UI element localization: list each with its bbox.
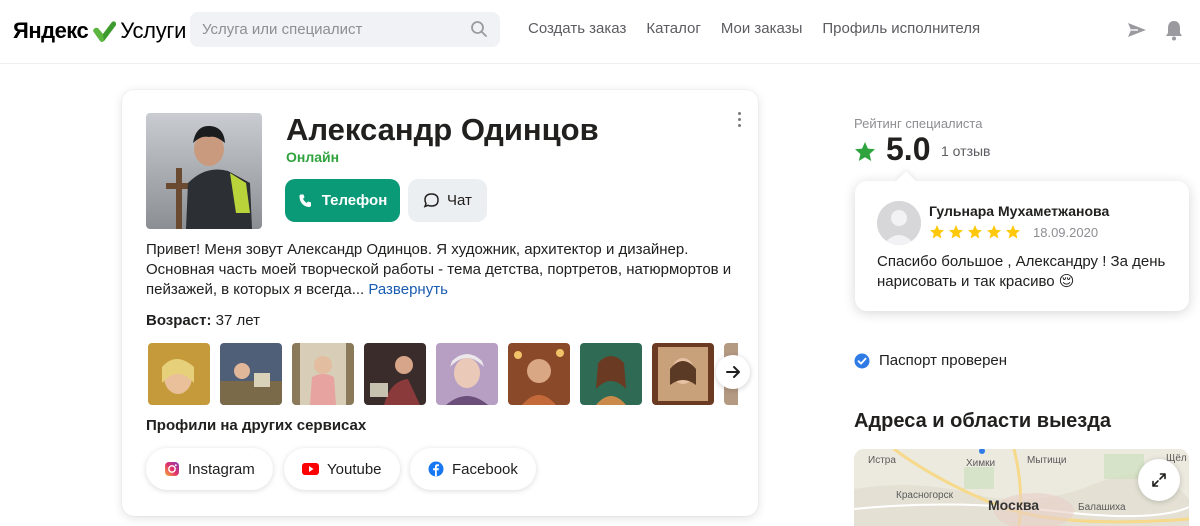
addresses-title: Адреса и области выезда (854, 410, 1112, 432)
reviewer-avatar (877, 201, 921, 245)
map-label: Мытищи (1027, 455, 1067, 466)
arrow-right-icon (726, 366, 740, 378)
instagram-label: Instagram (188, 460, 255, 478)
logo-services-text: Услуги (120, 18, 187, 43)
chat-button-label: Чат (447, 192, 472, 209)
facebook-link[interactable]: Facebook (410, 448, 536, 490)
passport-verified-text: Паспорт проверен (879, 352, 1008, 369)
portfolio-thumb[interactable] (652, 343, 714, 405)
search-input[interactable] (190, 12, 500, 47)
header: Яндекс Услуги Создать заказ Каталог Мои … (0, 0, 1200, 64)
send-icon[interactable] (1125, 18, 1149, 42)
map-label: Истра (868, 455, 896, 466)
youtube-label: Youtube (327, 460, 382, 478)
star-icon (968, 225, 982, 239)
portfolio-thumb[interactable] (508, 343, 570, 405)
star-icon (930, 225, 944, 239)
map-fullscreen-button[interactable] (1138, 459, 1180, 501)
about-text: Привет! Меня зовут Александр Одинцов. Я … (146, 240, 736, 300)
passport-verified: Паспорт проверен (854, 352, 1007, 369)
map-label: Химки (966, 458, 996, 469)
rating-value: 5.0 (886, 131, 931, 167)
map-label: Красногорск (896, 490, 953, 501)
star-icon (987, 225, 1001, 239)
profile-card: Александр Одинцов Онлайн Телефон Чат При… (122, 90, 758, 516)
reviews-count[interactable]: 1 отзыв (941, 143, 991, 159)
map-label: Балашиха (1078, 502, 1126, 513)
portfolio-thumb[interactable] (364, 343, 426, 405)
review-date: 18.09.2020 (1033, 225, 1099, 240)
more-options-icon[interactable] (733, 112, 745, 132)
avatar (146, 113, 262, 229)
youtube-icon (302, 463, 319, 475)
verified-check-icon (854, 353, 870, 368)
age-row: Возраст: 37 лет (146, 312, 260, 329)
search-icon[interactable] (469, 19, 489, 39)
instagram-icon (165, 462, 179, 476)
facebook-label: Facebook (452, 460, 518, 478)
expand-link[interactable]: Развернуть (368, 281, 448, 298)
gallery-next-button[interactable] (716, 355, 750, 389)
nav-catalog[interactable]: Каталог (646, 19, 701, 39)
phone-icon (299, 194, 311, 207)
instagram-link[interactable]: Instagram (146, 448, 273, 490)
rating-star-icon (855, 142, 875, 161)
bell-icon[interactable] (1162, 18, 1186, 42)
map-city-label: Москва (988, 497, 1040, 513)
profile-name: Александр Одинцов (286, 112, 599, 147)
chat-bubble-icon (423, 193, 439, 208)
star-icon (949, 225, 963, 239)
portfolio-gallery (148, 343, 738, 405)
expand-arrows-icon (1152, 473, 1166, 487)
portfolio-thumb[interactable] (436, 343, 498, 405)
youtube-link[interactable]: Youtube (284, 448, 400, 490)
reviewer-name: Гульнара Мухаметжанова (929, 203, 1110, 219)
checkmark-heart-icon (93, 21, 117, 42)
chat-button[interactable]: Чат (408, 179, 487, 222)
online-status: Онлайн (286, 149, 340, 165)
portfolio-thumb[interactable] (220, 343, 282, 405)
review-card: Гульнара Мухаметжанова 18.09.2020 Спасиб… (855, 181, 1189, 311)
review-text: Спасибо большое , Александру ! За день н… (877, 253, 1166, 290)
star-icon (1006, 225, 1020, 239)
phone-button[interactable]: Телефон (285, 179, 400, 222)
rating-label: Рейтинг специалиста (854, 116, 983, 131)
logo[interactable]: Яндекс Услуги (13, 16, 186, 46)
logo-yandex-text: Яндекс (13, 18, 89, 43)
portfolio-thumb[interactable] (292, 343, 354, 405)
nav-create-order[interactable]: Создать заказ (528, 19, 626, 39)
facebook-icon (428, 461, 444, 477)
nav-performer-profile[interactable]: Профиль исполнителя (822, 19, 980, 39)
portfolio-thumb[interactable] (580, 343, 642, 405)
age-value: 37 лет (215, 312, 260, 329)
review-stars (929, 224, 1021, 240)
other-profiles-title: Профили на других сервисах (146, 417, 367, 434)
main-nav: Создать заказ Каталог Мои заказы Профиль… (528, 19, 1000, 39)
portfolio-thumb[interactable] (148, 343, 210, 405)
age-label: Возраст: (146, 312, 212, 329)
nav-my-orders[interactable]: Мои заказы (721, 19, 803, 39)
phone-button-label: Телефон (321, 192, 388, 209)
